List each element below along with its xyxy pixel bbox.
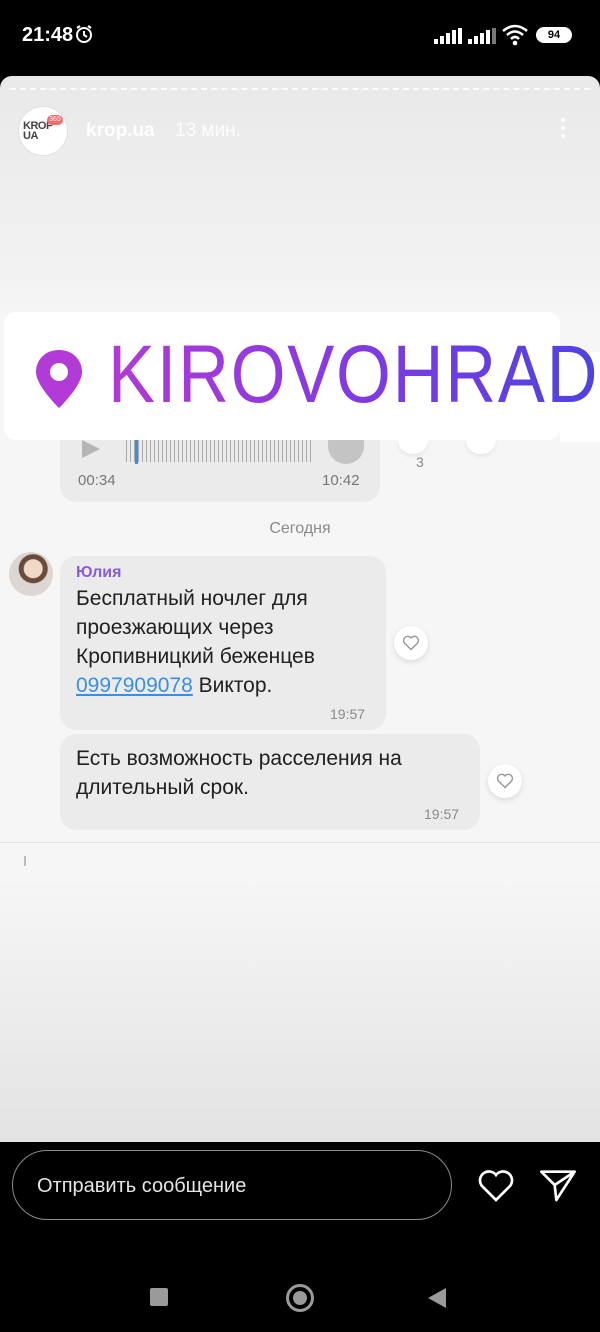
play-icon[interactable] xyxy=(82,440,100,458)
date-separator: Сегодня xyxy=(269,520,331,537)
story-viewer[interactable]: KROP UA 365 krop.ua 13 мин. 00:34 10:42 … xyxy=(0,76,600,1142)
like-message-icon[interactable] xyxy=(394,626,428,660)
status-bar: 21:48 94 xyxy=(0,0,600,72)
home-icon[interactable] xyxy=(286,1284,314,1312)
more-options-icon[interactable] xyxy=(556,116,570,144)
send-icon[interactable] xyxy=(538,1166,578,1204)
message-bubble[interactable]: Юлия Бесплатный ночлег для проезжающих ч… xyxy=(60,556,386,730)
audio-progress-cursor xyxy=(135,440,139,464)
logo-badge: 365 xyxy=(47,115,63,125)
message-text: Бесплатный ночлег для проезжающих через … xyxy=(76,587,315,697)
message-bubble[interactable]: Есть возможность расселения на длительны… xyxy=(60,734,480,830)
message-time: 19:57 xyxy=(330,706,366,722)
alarm-icon xyxy=(76,25,92,43)
cell-signal-icon xyxy=(434,28,462,44)
message-text: Есть возможность расселения на длительны… xyxy=(76,747,402,799)
wifi-icon xyxy=(502,24,528,46)
audio-message[interactable]: 00:34 10:42 xyxy=(60,440,380,502)
message-time: 19:57 xyxy=(424,806,460,822)
cell-signal-icon xyxy=(468,28,496,44)
heart-icon[interactable] xyxy=(476,1166,516,1204)
post-time: 13 мин. xyxy=(175,120,241,141)
audio-position: 00:34 xyxy=(78,472,116,489)
audio-waveform[interactable] xyxy=(126,440,312,462)
location-pin-icon xyxy=(36,350,82,408)
story-progress-bar xyxy=(10,88,590,90)
account-name[interactable]: krop.ua xyxy=(86,120,155,142)
sender-name: Юлия xyxy=(76,564,122,581)
cut-indicator xyxy=(24,856,26,866)
status-time: 21:48 xyxy=(22,24,74,46)
reaction-count: 3 xyxy=(416,454,424,470)
reaction-bubble[interactable] xyxy=(398,440,428,454)
reply-input[interactable]: Отправить сообщение xyxy=(12,1150,452,1220)
reply-placeholder: Отправить сообщение xyxy=(37,1175,247,1197)
music-icon xyxy=(328,440,364,464)
like-message-icon[interactable] xyxy=(488,764,522,798)
recent-apps-icon[interactable] xyxy=(150,1288,168,1306)
account-avatar[interactable]: KROP UA 365 xyxy=(18,106,68,156)
phone-link[interactable]: 0997909078 xyxy=(76,674,193,697)
audio-duration: 10:42 xyxy=(322,472,360,489)
sender-avatar xyxy=(9,552,53,596)
location-name[interactable]: KIROVOHRAD xyxy=(108,328,599,422)
chat-divider xyxy=(0,842,600,843)
back-icon[interactable] xyxy=(428,1288,446,1308)
reaction-bubble[interactable] xyxy=(466,440,496,454)
battery-icon: 94 xyxy=(536,27,572,43)
